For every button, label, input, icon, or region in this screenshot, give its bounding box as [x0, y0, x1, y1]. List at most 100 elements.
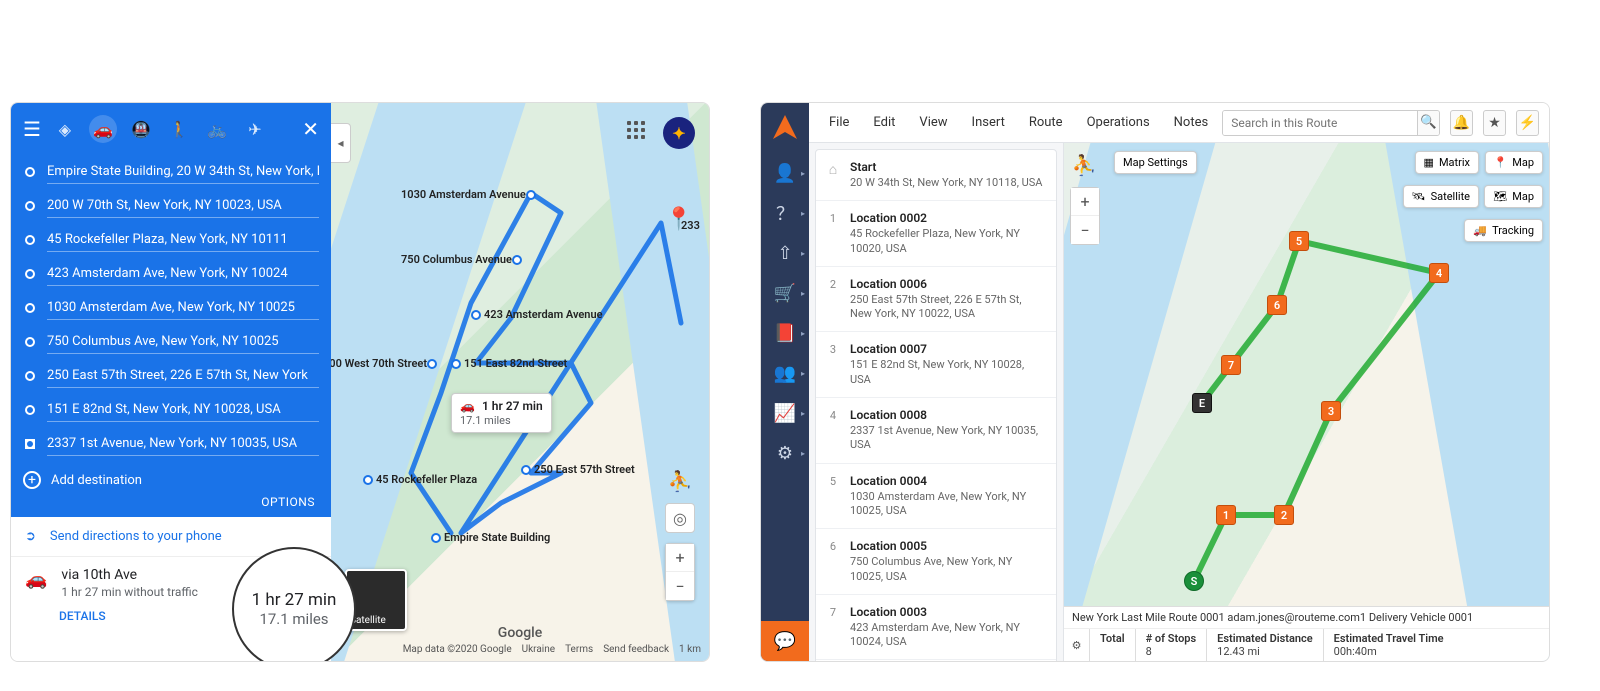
menu-file[interactable]: File	[819, 111, 859, 134]
google-map-canvas[interactable]: ◂ ✦ ⛹ ◎ + − Satellite Google Map data ©2…	[331, 103, 709, 661]
stop-row[interactable]: 5Location 00041030 Amsterdam Ave, New Yo…	[816, 464, 1056, 530]
pegman-icon[interactable]: ⛹	[665, 466, 695, 496]
map-marker[interactable]: 5	[1289, 231, 1309, 251]
pegman-icon[interactable]: ⛹	[1070, 151, 1098, 179]
stop-input-3[interactable]	[47, 262, 319, 286]
menu-edit[interactable]: Edit	[863, 111, 905, 134]
stop-address: 1030 Amsterdam Ave, New York, NY 10025, …	[850, 490, 1046, 519]
stop-address: 45 Rockefeller Plaza, New York, NY 10020…	[850, 227, 1046, 256]
nav-team-icon[interactable]: 👥▸	[761, 353, 809, 393]
walk-mode-icon[interactable]: 🚶	[165, 115, 193, 143]
map-marker[interactable]: 3	[1321, 401, 1341, 421]
stop-row[interactable]: 1Location 000245 Rockefeller Plaza, New …	[816, 201, 1056, 267]
stop-row[interactable]: 2Location 0006250 East 57th Street, 226 …	[816, 267, 1056, 333]
collapse-panel-button[interactable]: ◂	[331, 123, 351, 163]
tracking-chip[interactable]: 🚚 Tracking	[1464, 219, 1543, 242]
map-settings-chip[interactable]: Map Settings	[1114, 151, 1197, 174]
magnify-dist: 17.1 miles	[259, 610, 328, 628]
stop-row[interactable]: 7Location 0003423 Amsterdam Ave, New Yor…	[816, 595, 1056, 661]
stop-input-5[interactable]	[47, 330, 319, 354]
chat-button[interactable]: 💬	[761, 621, 809, 661]
nav-help-icon[interactable]: ？▸	[761, 193, 809, 233]
stop-number: 4	[826, 408, 840, 453]
menu-route[interactable]: Route	[1019, 111, 1073, 134]
zoom-in-button[interactable]: +	[666, 544, 694, 572]
optimize-icon[interactable]: ⚡	[1516, 110, 1539, 136]
options-button[interactable]: OPTIONS	[23, 489, 319, 509]
transit-mode-icon[interactable]: 🚇	[127, 115, 155, 143]
stop-number: 2	[826, 277, 840, 322]
close-icon[interactable]: ✕	[302, 117, 319, 141]
stop-row[interactable]: ⌂Start20 W 34th St, New York, NY 10118, …	[816, 150, 1056, 201]
gear-icon[interactable]: ⚙	[1064, 629, 1090, 661]
map-marker[interactable]: 2	[1274, 505, 1294, 525]
search-input[interactable]	[1223, 111, 1417, 135]
apps-grid-icon[interactable]	[627, 121, 651, 145]
stop-input-8[interactable]	[47, 432, 319, 456]
notifications-icon[interactable]: 🔔	[1450, 110, 1473, 136]
stop-title: Location 0006	[850, 277, 1046, 291]
best-mode-icon[interactable]: ◈	[51, 115, 79, 143]
satellite-chip[interactable]: 🛰 Satellite	[1403, 185, 1479, 208]
stop-row[interactable]: 6Location 0005750 Columbus Ave, New York…	[816, 529, 1056, 595]
stop-input-0[interactable]	[47, 160, 319, 184]
plus-icon: +	[23, 471, 41, 489]
route4me-map-canvas[interactable]: ⛹ + − Map Settings ▦ Matrix 📍 Map 🛰 Sate…	[1064, 143, 1549, 661]
menu-operations[interactable]: Operations	[1077, 111, 1160, 134]
account-badge[interactable]: ✦	[663, 117, 695, 149]
nav-addressbook-icon[interactable]: 📕▸	[761, 313, 809, 353]
route-info-bar: New York Last Mile Route 0001 adam.jones…	[1064, 607, 1549, 629]
zoom-out-button[interactable]: −	[666, 572, 694, 600]
stops-list	[23, 155, 319, 461]
nav-analytics-icon[interactable]: 📈▸	[761, 393, 809, 433]
zoom-in-button[interactable]: +	[1071, 188, 1099, 216]
stop-input-6[interactable]	[47, 364, 319, 388]
stop-row[interactable]: 4Location 00082337 1st Avenue, New York,…	[816, 398, 1056, 464]
stop-number: 3	[826, 342, 840, 387]
stop-input-1[interactable]	[47, 194, 319, 218]
map-chip[interactable]: 📍 Map	[1485, 151, 1543, 174]
map-marker[interactable]: E	[1192, 393, 1212, 413]
app-logo[interactable]	[767, 109, 803, 145]
send-to-phone-label: Send directions to your phone	[50, 529, 222, 544]
car-mode-icon[interactable]: 🚗	[89, 115, 117, 143]
app-body: ⌂Start20 W 34th St, New York, NY 10118, …	[809, 143, 1549, 661]
matrix-chip[interactable]: ▦ Matrix	[1415, 151, 1479, 174]
stops-sidebar: ⌂Start20 W 34th St, New York, NY 10118, …	[809, 143, 1064, 661]
flight-mode-icon[interactable]: ✈	[241, 115, 269, 143]
stop-row[interactable]: ⚑Location 0001200 W 70th St, New York, N…	[816, 660, 1056, 661]
stop-input-7[interactable]	[47, 398, 319, 422]
bike-mode-icon[interactable]: 🚲	[203, 115, 231, 143]
menu-insert[interactable]: Insert	[962, 111, 1015, 134]
stop-row[interactable]: 3Location 0007151 E 82nd St, New York, N…	[816, 332, 1056, 398]
stop-input-2[interactable]	[47, 228, 319, 252]
nav-add-user-icon[interactable]: 👤▸	[761, 153, 809, 193]
stop-input-4[interactable]	[47, 296, 319, 320]
my-location-button[interactable]: ◎	[665, 503, 695, 533]
zoom-control: + −	[1070, 187, 1100, 245]
phone-icon: ➲	[25, 529, 36, 544]
google-logo: Google	[498, 625, 542, 641]
nav-routes-icon[interactable]: ⇧▸	[761, 233, 809, 273]
totals-bar: ⚙ Total # of Stops8 Estimated Distance12…	[1064, 629, 1549, 661]
stop-title: Location 0008	[850, 408, 1046, 422]
nav-settings-icon[interactable]: ⚙▸	[761, 433, 809, 473]
map-marker[interactable]: 7	[1221, 355, 1241, 375]
map-marker[interactable]: 6	[1267, 295, 1287, 315]
map-type-chip[interactable]: 🗺 Map	[1484, 185, 1543, 208]
map-marker[interactable]: 4	[1429, 263, 1449, 283]
stop-title: Start	[850, 160, 1046, 174]
stop-title: Location 0003	[850, 605, 1046, 619]
menu-view[interactable]: View	[909, 111, 957, 134]
map-marker[interactable]: S	[1184, 571, 1204, 591]
nav-orders-icon[interactable]: 🛒▸	[761, 273, 809, 313]
search-button[interactable]: 🔍	[1417, 111, 1439, 135]
hamburger-icon[interactable]: ☰	[23, 117, 41, 141]
home-icon: ⌂	[826, 160, 840, 190]
add-destination-button[interactable]: + Add destination	[23, 461, 319, 489]
favorite-icon[interactable]: ★	[1483, 110, 1506, 136]
map-attribution: Map data ©2020 GoogleUkraineTermsSend fe…	[403, 644, 701, 655]
map-marker[interactable]: 1	[1216, 505, 1236, 525]
menu-notes[interactable]: Notes	[1164, 111, 1219, 134]
zoom-out-button[interactable]: −	[1071, 216, 1099, 244]
